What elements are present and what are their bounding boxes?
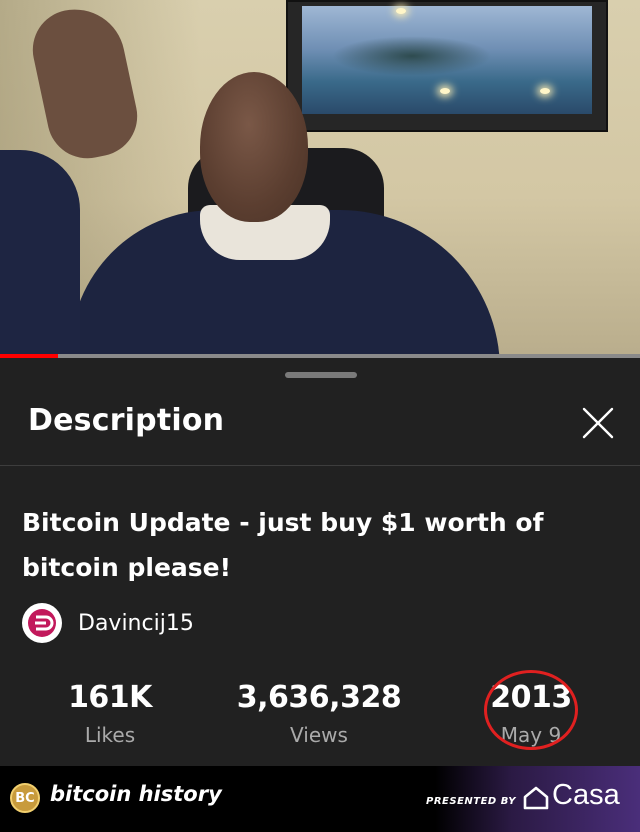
- likes-count: 161K: [68, 680, 152, 715]
- channel-name[interactable]: Davincij15: [78, 611, 194, 636]
- presented-by-label: PRESENTED BY: [426, 796, 517, 807]
- description-sheet: Description Bitcoin Update - just buy $1…: [0, 358, 640, 766]
- date-highlight-circle: [484, 670, 578, 750]
- close-icon: [582, 407, 614, 439]
- ceiling-light: [540, 88, 550, 94]
- person-head: [200, 72, 308, 222]
- wall-picture: [302, 6, 592, 114]
- casa-house-icon: [523, 786, 549, 810]
- video-player[interactable]: [0, 0, 640, 358]
- views-count: 3,636,328: [236, 680, 402, 715]
- sheet-title: Description: [28, 403, 225, 438]
- channel-row[interactable]: Davincij15: [22, 603, 194, 643]
- likes-label: Likes: [84, 723, 136, 747]
- close-button[interactable]: [580, 405, 616, 441]
- sponsor-name: Casa: [552, 779, 620, 811]
- footer-brand: bitcoin history: [50, 782, 222, 806]
- drag-handle[interactable]: [285, 372, 357, 378]
- views-label: Views: [290, 723, 348, 747]
- ceiling-light: [440, 88, 450, 94]
- channel-avatar-icon[interactable]: [22, 603, 62, 643]
- person-arm: [0, 150, 80, 358]
- likes-stat: 161K Likes: [58, 680, 162, 747]
- ceiling-light: [396, 8, 406, 14]
- channel-logo-icon: [28, 609, 56, 637]
- video-title: Bitcoin Update - just buy $1 worth of bi…: [22, 508, 544, 582]
- views-stat: 3,636,328 Views: [234, 680, 404, 747]
- footer-banner: BC bitcoin history PRESENTED BY Casa: [0, 766, 640, 832]
- wall-picture-frame: [286, 0, 608, 132]
- bc-logo-icon: BC: [10, 783, 40, 813]
- sheet-divider: [0, 465, 640, 466]
